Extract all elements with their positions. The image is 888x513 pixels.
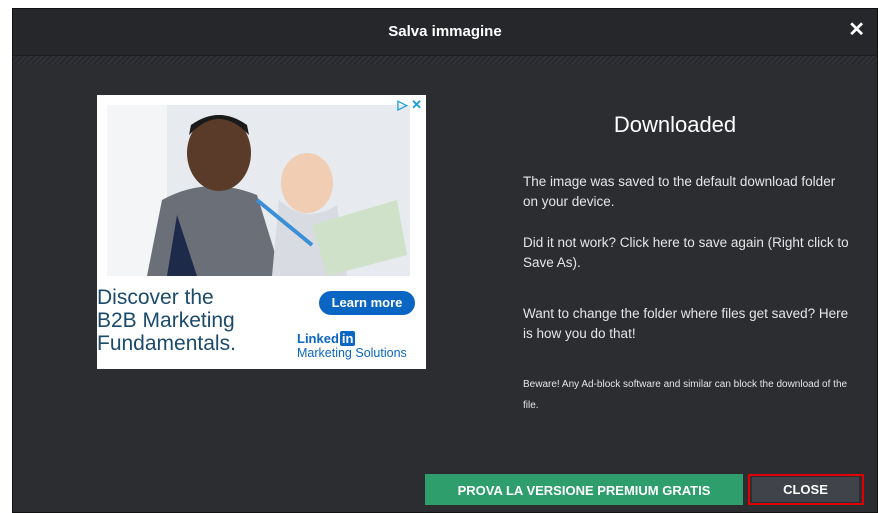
ad-photo-illustration — [107, 105, 410, 276]
ad-headline-2: B2B Marketing — [97, 309, 235, 332]
linkedin-logo: Linked in — [297, 331, 356, 346]
save-image-dialog: Salva immagine ✕ ▷ ✕ Discover the B2B Ma… — [12, 8, 878, 513]
adblock-warning: Beware! Any Ad-block software and simila… — [523, 379, 848, 411]
ad-headline-1: Discover the — [97, 286, 214, 309]
ad-headline-3: Fundamentals. — [97, 332, 236, 355]
ad-choices-icon[interactable]: ▷ ✕ — [397, 97, 422, 113]
saved-message: The image was saved to the default downl… — [523, 174, 836, 209]
dialog-titlebar: Salva immagine ✕ — [13, 9, 877, 56]
learn-more-button[interactable]: Learn more — [319, 291, 415, 315]
linkedin-logo-text: Linked — [297, 331, 339, 346]
ad-photo — [107, 105, 410, 276]
titlebar-divider — [13, 56, 877, 64]
downloaded-heading: Downloaded — [613, 112, 737, 137]
advertisement[interactable]: ▷ ✕ Discover the B2B Marketing Fundament… — [97, 95, 426, 369]
change-folder-link[interactable]: Want to change the folder where files ge… — [523, 304, 853, 344]
linkedin-in-box: in — [339, 331, 356, 346]
ad-tagline: Marketing Solutions — [297, 346, 407, 360]
save-again-link[interactable]: Did it not work? Click here to save agai… — [523, 233, 853, 273]
dialog-title: Salva immagine — [388, 23, 502, 40]
premium-trial-button[interactable]: PROVA LA VERSIONE PREMIUM GRATIS — [425, 474, 743, 505]
close-button[interactable]: CLOSE — [752, 477, 859, 502]
close-icon[interactable]: ✕ — [848, 20, 865, 40]
